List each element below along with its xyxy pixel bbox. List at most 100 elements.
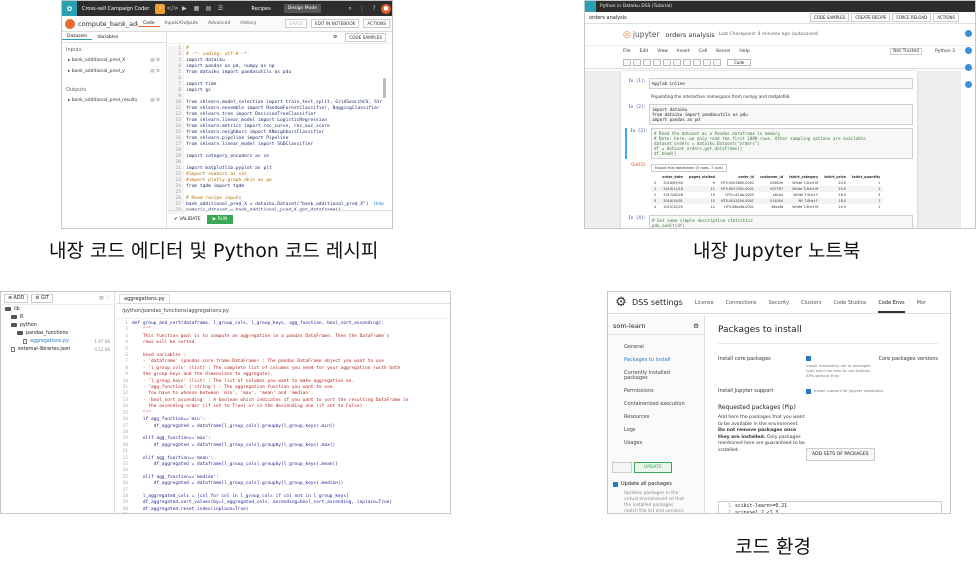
menu-view[interactable]: View	[657, 49, 668, 54]
flow-icon[interactable]: ⚡	[155, 3, 166, 14]
cut-icon[interactable]	[643, 59, 651, 66]
notebook-cell[interactable]: In [4]: # Get some simple descriptive sta…	[625, 215, 913, 228]
collapse-icon[interactable]: ▥ ⋮	[99, 296, 110, 301]
menu-cell[interactable]: Cell	[699, 49, 707, 54]
avatar[interactable]: ●	[381, 3, 391, 14]
requirements-editor[interactable]: 1scikit-learn>=0.212scipy>=1.2,<1.33xgbo…	[718, 501, 942, 513]
cell-type-select[interactable]: Code	[727, 59, 752, 66]
tab-variables[interactable]: Variables	[92, 35, 123, 40]
dataset-actions-icon[interactable]: ▤ ⚙	[150, 98, 160, 103]
code-samples-button[interactable]: CODE SAMPLES	[809, 13, 850, 22]
output-dataset[interactable]: ▸ bank_additional_pred_results ▤ ⚙	[62, 95, 166, 106]
add-sets-button[interactable]: ADD SETS OF PACKAGES	[806, 448, 875, 461]
menu-help[interactable]: Help	[739, 49, 749, 54]
add-button[interactable]: ⊕ ADD	[4, 293, 29, 303]
sidebar-item-logs[interactable]: Logs	[608, 424, 704, 437]
run-button[interactable]: ▶ RUN	[206, 215, 234, 224]
git-button[interactable]: ⚙ GIT	[31, 293, 54, 303]
save-button[interactable]: SAVED	[284, 19, 307, 28]
update-all-checkbox[interactable]: Update all packages	[608, 479, 704, 489]
tab-datasets[interactable]: Datasets	[62, 34, 93, 40]
grid-icon[interactable]: ▦	[191, 4, 201, 14]
editor-scrollbar[interactable]	[383, 78, 386, 98]
copy-icon[interactable]	[653, 59, 661, 66]
save-button[interactable]	[612, 462, 632, 473]
menu-file[interactable]: File	[623, 49, 631, 54]
sidebar-item-permissions[interactable]: Permissions	[608, 385, 704, 398]
nav-code-envs[interactable]: Code Envs	[878, 300, 905, 313]
settings-icon[interactable]: ⚙	[333, 35, 337, 40]
tree-folder[interactable]: python	[1, 321, 114, 329]
design-mode-toggle[interactable]: Design Mode	[283, 4, 321, 13]
save-icon[interactable]	[623, 59, 631, 66]
trust-badge[interactable]: Not Trusted	[890, 48, 923, 55]
menu-edit[interactable]: Edit	[640, 49, 649, 54]
jupyter-checkbox[interactable]	[806, 389, 811, 394]
code-lines[interactable]: 1 def group_and_sort(dataframe, l_group_c…	[116, 319, 450, 514]
export-dataframe-button[interactable]: Export this dataframe (5 rows, 7 cols)	[651, 164, 727, 172]
nav-license[interactable]: License	[695, 300, 714, 306]
validate-button[interactable]: ✔ VALIDATE	[174, 217, 201, 222]
flow-icon[interactable]	[964, 64, 972, 71]
tab-aggregations[interactable]: aggregations.py	[119, 294, 170, 303]
notebook-cell[interactable]: In [1]: %pylab inline	[625, 78, 913, 89]
sidebar-item-usages[interactable]: Usages	[608, 437, 704, 450]
restart-icon[interactable]	[713, 59, 721, 66]
run-icon[interactable]	[693, 59, 701, 66]
help-icon[interactable]: ?	[369, 4, 379, 14]
notebook-cell[interactable]: In [2]: import dataiku from dataiku impor…	[625, 104, 913, 125]
sidebar-item-installed[interactable]: Currently installed packages	[608, 367, 704, 385]
nav-connections[interactable]: Connections	[726, 300, 757, 306]
history-icon[interactable]	[964, 81, 972, 88]
tree-file[interactable]: aggregations.py 1.97 KB	[1, 337, 114, 345]
sidebar-item-resources[interactable]: Resources	[608, 411, 704, 424]
menu-icon[interactable]: ☰	[215, 4, 225, 14]
dataset-actions-icon[interactable]: ▤ ⚙	[150, 69, 160, 74]
help-link[interactable]: Help	[374, 202, 384, 207]
create-recipe-button[interactable]: CREATE RECIPE	[851, 13, 891, 22]
edit-in-notebook-button[interactable]: EDIT IN NOTEBOOK	[310, 19, 360, 28]
code-lines[interactable]: 1 #2 # -*- coding: utf-8 -*- 3 import dataik…	[168, 46, 392, 214]
checkbox-checked-icon[interactable]	[613, 481, 618, 487]
input-dataset[interactable]: ▸ bank_additional_pred_y ▤ ⚙	[62, 66, 166, 77]
force-reload-button[interactable]: FORCE RELOAD	[892, 13, 932, 22]
tree-folder[interactable]: lib	[1, 305, 114, 313]
actions-button[interactable]: ACTIONS	[933, 13, 959, 22]
code-icon[interactable]: </>	[166, 4, 178, 14]
settings-icon[interactable]: ⚙	[693, 322, 699, 330]
dataset-actions-icon[interactable]: ▤ ⚙	[150, 58, 160, 63]
nav-code-studios[interactable]: Code Studios	[833, 300, 866, 306]
tab-inputs-outputs[interactable]: Inputs/Outputs	[160, 21, 204, 26]
update-button[interactable]: UPDATE	[634, 462, 672, 473]
tree-file[interactable]: external-libraries.json 0.12 KB	[1, 345, 114, 353]
notebook-cell-selected[interactable]: In [3]: # Read the dataset as a Pandas da…	[625, 128, 913, 159]
search-icon[interactable]: ⌕	[345, 4, 355, 14]
tree-folder[interactable]: pandas_functions	[1, 329, 114, 337]
add-cell-icon[interactable]	[633, 59, 641, 66]
play-icon[interactable]: ▶	[179, 4, 189, 14]
sidebar-item-containerized[interactable]: Containerized execution	[608, 398, 704, 411]
menu-insert[interactable]: Insert	[677, 49, 690, 54]
notebook-title[interactable]: orders analysis	[666, 31, 715, 39]
code-line[interactable]: 31	[116, 513, 450, 514]
move-down-icon[interactable]	[683, 59, 691, 66]
core-checkbox[interactable]	[806, 356, 811, 361]
sidebar-item-packages[interactable]: Packages to install	[608, 354, 704, 367]
tab-advanced[interactable]: Advanced	[203, 21, 235, 26]
dss-logo-icon[interactable]: ✿	[62, 1, 77, 16]
info-icon[interactable]	[964, 30, 972, 37]
code-editor[interactable]: ⚙ CODE SAMPLES 1 #2 # -*- coding: utf-8 -*…	[168, 32, 392, 214]
tab-code[interactable]: Code	[138, 21, 160, 27]
dss-logo-icon[interactable]	[585, 1, 596, 12]
tab-history[interactable]: History	[235, 21, 261, 26]
nav-more[interactable]: Mor	[917, 300, 926, 306]
nav-clusters[interactable]: Clusters	[801, 300, 821, 306]
book-icon[interactable]: ▤	[203, 4, 213, 14]
section-label[interactable]: Recipes	[246, 6, 275, 12]
chat-icon[interactable]	[964, 47, 972, 54]
menu-kernel[interactable]: Kernel	[716, 49, 730, 54]
apps-icon[interactable]: ⋮	[357, 4, 367, 14]
project-name[interactable]: Cross-sell Campaign Coder	[77, 6, 154, 12]
code-samples-button[interactable]: CODE SAMPLES	[345, 33, 386, 42]
input-dataset[interactable]: ▸ bank_additional_pred_X ▤ ⚙	[62, 55, 166, 66]
